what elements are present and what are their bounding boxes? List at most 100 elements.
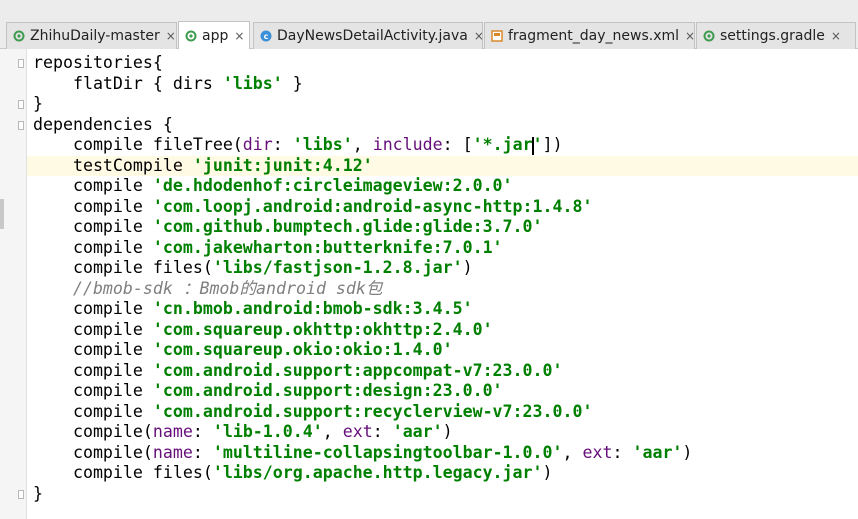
code-token: compile (33, 237, 153, 257)
named-param: name (152, 422, 193, 441)
code-line[interactable]: compile files('libs/fastjson-1.2.8.jar') (33, 258, 473, 279)
code-line[interactable]: compile 'com.android.support:design:23.0… (33, 381, 503, 402)
close-icon[interactable]: × (831, 29, 841, 43)
fold-marker-icon[interactable] (18, 59, 24, 68)
editor-tab-bar: ZhihuDaily-master × app × c DayNewsDetailActi… (0, 0, 858, 49)
fold-marker-icon[interactable] (18, 100, 24, 109)
code-token: compile (33, 360, 153, 380)
layout-xml-icon (491, 30, 503, 42)
code-line[interactable]: } (33, 484, 43, 505)
named-param: name (152, 442, 193, 462)
code-comment: //bmob-sdk ：Bmob的android sdk包 (33, 278, 383, 298)
code-token: } (282, 73, 303, 93)
code-line[interactable]: repositories{ (33, 53, 163, 74)
code-line[interactable]: compile 'com.loopj.android:android-async… (33, 197, 593, 218)
tab-zhihudaily-master[interactable]: ZhihuDaily-master × (6, 22, 177, 49)
string-literal: 'de.hdodenhof:circleimageview:2.0.0' (152, 176, 513, 195)
code-token: ) (462, 258, 473, 277)
fold-marker-icon[interactable] (18, 120, 24, 130)
string-literal: 'com.github.bumptech.glide:glide:3.7.0' (152, 217, 543, 236)
named-param: include (372, 135, 443, 154)
code-line[interactable]: compile 'com.squareup.okio:okio:1.4.0' (33, 340, 453, 361)
tab-app[interactable]: app × (178, 21, 250, 49)
svg-text:c: c (264, 32, 269, 41)
code-line[interactable]: compile 'com.jakewharton:butterknife:7.0… (33, 238, 503, 259)
code-token: ) (542, 463, 553, 482)
code-token: } (33, 94, 43, 113)
code-line[interactable]: compile 'cn.bmob.android:bmob-sdk:3.4.5' (33, 299, 473, 320)
code-line[interactable]: compile(name: 'multiline-collapsingtoolb… (33, 443, 692, 464)
string-literal: 'com.android.support:recyclerview-v7:23.… (152, 401, 593, 421)
string-literal: 'com.android.support:design:23.0.0' (152, 381, 503, 400)
code-token: compile (33, 176, 153, 195)
code-token: ) (442, 422, 453, 441)
string-literal: 'com.squareup.okio:okio:1.4.0' (152, 340, 453, 359)
code-token: testCompile (33, 155, 193, 175)
code-line[interactable]: compile fileTree(dir: 'libs', include: [… (33, 135, 563, 156)
named-param: ext (582, 442, 613, 462)
code-token: , (562, 442, 583, 462)
string-literal: 'com.squareup.okhttp:okhttp:2.4.0' (152, 319, 493, 339)
gradle-settings-icon (703, 30, 715, 42)
code-token: : [ (442, 135, 473, 154)
code-token: compile (33, 340, 153, 359)
java-class-icon: c (260, 30, 272, 42)
code-line[interactable]: } (33, 94, 43, 115)
code-line[interactable]: compile files('libs/org.apache.http.lega… (33, 463, 553, 484)
code-token: ) (682, 442, 693, 462)
gradle-project-icon (13, 30, 25, 42)
code-token: , (322, 422, 343, 441)
code-line[interactable]: //bmob-sdk ：Bmob的android sdk包 (33, 279, 383, 300)
code-token: compile( (33, 422, 153, 441)
change-marker (0, 199, 4, 229)
tab-label: app (202, 27, 229, 44)
tab-fragment-day-news-xml[interactable]: fragment_day_news.xml × (484, 22, 695, 49)
code-line[interactable]: compile 'de.hdodenhof:circleimageview:2.… (33, 176, 513, 197)
named-param: dir (242, 135, 273, 154)
close-icon[interactable]: × (234, 29, 244, 43)
code-editor[interactable]: repositories{ flatDir { dirs 'libs' }} de… (27, 49, 858, 519)
string-literal: 'com.jakewharton:butterknife:7.0.1' (152, 237, 503, 257)
string-literal: 'multiline-collapsingtoolbar-1.0.0' (212, 442, 563, 462)
string-literal: 'lib-1.0.4' (212, 422, 323, 441)
code-token: compile (33, 381, 153, 400)
string-literal: 'aar' (632, 442, 683, 462)
string-literal: 'libs' (292, 135, 353, 154)
tab-settings-gradle[interactable]: settings.gradle × (696, 22, 856, 49)
named-param: ext (342, 422, 373, 441)
string-literal: 'com.android.support:appcompat-v7:23.0.0… (152, 360, 563, 380)
fold-marker-icon[interactable] (18, 489, 24, 499)
string-literal: 'cn.bmob.android:bmob-sdk:3.4.5' (152, 299, 473, 318)
string-literal: ' (532, 135, 543, 154)
code-line[interactable]: compile(name: 'lib-1.0.4', ext: 'aar') (33, 422, 453, 443)
tab-daynewsdetailactivity-java[interactable]: c DayNewsDetailActivity.java × (253, 22, 483, 49)
code-token: } (33, 483, 43, 503)
code-token: compile files( (33, 258, 213, 277)
tab-label: DayNewsDetailActivity.java (277, 28, 468, 44)
code-token: compile fileTree( (33, 135, 243, 154)
code-line[interactable]: compile 'com.android.support:appcompat-v… (33, 361, 563, 382)
code-token: compile (33, 319, 153, 339)
close-icon[interactable]: × (166, 29, 176, 43)
code-token: flatDir { dirs (33, 73, 223, 93)
code-line[interactable]: testCompile 'junit:junit:4.12' (33, 156, 373, 177)
code-line[interactable]: compile 'com.android.support:recyclervie… (33, 401, 593, 423)
close-icon[interactable]: × (474, 29, 482, 43)
tab-label: fragment_day_news.xml (508, 28, 680, 44)
code-token: : (192, 422, 213, 441)
string-literal: '*.jar (472, 135, 533, 154)
code-line[interactable]: compile 'com.github.bumptech.glide:glide… (33, 217, 543, 238)
code-token: dependencies { (33, 114, 173, 134)
tab-label: settings.gradle (720, 28, 825, 44)
string-literal: 'junit:junit:4.12' (192, 155, 373, 175)
code-token: : (612, 442, 633, 462)
code-line[interactable]: flatDir { dirs 'libs' } (33, 74, 303, 95)
code-token: : (192, 442, 213, 462)
code-line[interactable]: dependencies { (33, 115, 173, 136)
close-icon[interactable]: × (685, 29, 694, 43)
string-literal: 'aar' (392, 422, 443, 441)
string-literal: 'libs' (222, 73, 283, 93)
editor-gutter[interactable] (0, 49, 27, 519)
code-line[interactable]: compile 'com.squareup.okhttp:okhttp:2.4.… (33, 320, 493, 341)
code-token: compile files( (33, 463, 213, 482)
